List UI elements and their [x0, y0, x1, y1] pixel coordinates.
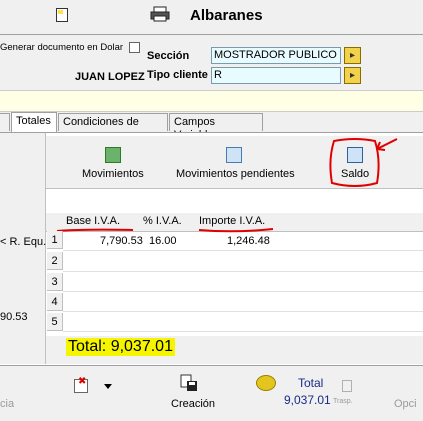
left-value: 90.53: [0, 311, 28, 323]
movimientos-button[interactable]: Movimientos: [82, 168, 144, 180]
new-document-icon[interactable]: [56, 8, 68, 22]
movimientos-icon[interactable]: [105, 147, 121, 163]
annotation-circle: [329, 138, 398, 187]
traspaso-icon[interactable]: [342, 380, 352, 392]
window-title: Albaranes: [190, 7, 263, 24]
row-number[interactable]: 5: [47, 313, 63, 331]
tipo-cliente-lookup-icon[interactable]: ▸: [344, 67, 361, 84]
chevron-down-icon[interactable]: [104, 384, 112, 389]
movimientos-pendientes-button[interactable]: Movimientos pendientes: [176, 168, 295, 180]
tab-hidden[interactable]: [0, 113, 10, 131]
row-number[interactable]: 3: [47, 273, 63, 291]
row-divider: [63, 311, 423, 312]
cell-pct[interactable]: 16.00: [149, 235, 177, 247]
creacion-icon[interactable]: [180, 374, 198, 392]
toolbar-right-label[interactable]: Opci: [394, 398, 417, 410]
row-number[interactable]: 1: [47, 231, 63, 249]
row-number[interactable]: 2: [47, 252, 63, 270]
toolbar-total-value[interactable]: 9,037.01: [284, 393, 331, 407]
tipo-cliente-field[interactable]: R: [211, 67, 341, 84]
row-divider: [63, 331, 423, 332]
traspaso-button[interactable]: Trasp.: [333, 398, 353, 405]
user-name: JUAN LOPEZ: [75, 71, 145, 83]
bottom-toolbar: [0, 365, 423, 421]
cell-base[interactable]: 7,790.53: [100, 235, 143, 247]
tipo-cliente-label: Tipo cliente: [147, 69, 208, 81]
creacion-button[interactable]: Creación: [171, 398, 215, 410]
toolbar-total-label[interactable]: Total: [298, 376, 323, 390]
tab-totales[interactable]: Totales: [11, 112, 57, 132]
toolbar-left-label[interactable]: cia: [0, 398, 14, 410]
row-divider: [63, 271, 423, 272]
row-divider: [63, 250, 423, 251]
tab-bar: Totales Condiciones de pago Campos Varia…: [0, 112, 423, 141]
delete-document-icon[interactable]: [74, 376, 88, 393]
generar-dolar-checkbox[interactable]: [129, 42, 140, 53]
tab-condiciones-pago[interactable]: Condiciones de pago: [58, 113, 168, 141]
seccion-field[interactable]: MOSTRADOR PUBLICO: [211, 47, 341, 64]
info-strip: [0, 90, 423, 112]
cell-importe[interactable]: 1,246.48: [227, 235, 270, 247]
total-amount: Total: 9,037.01: [66, 338, 175, 356]
movimientos-pendientes-icon[interactable]: [226, 147, 242, 163]
re-equ-label: < R. Equ.: [0, 236, 47, 248]
coins-icon[interactable]: [256, 375, 276, 391]
seccion-lookup-icon[interactable]: ▸: [344, 47, 361, 64]
seccion-label: Sección: [147, 50, 190, 62]
tab-campos-variables[interactable]: Campos Variables: [169, 113, 263, 141]
left-column: [0, 133, 46, 364]
row-divider: [63, 291, 423, 292]
printer-icon[interactable]: [150, 6, 170, 22]
row-number[interactable]: 4: [47, 293, 63, 311]
generar-dolar-label: Generar documento en Dolar: [0, 42, 124, 53]
